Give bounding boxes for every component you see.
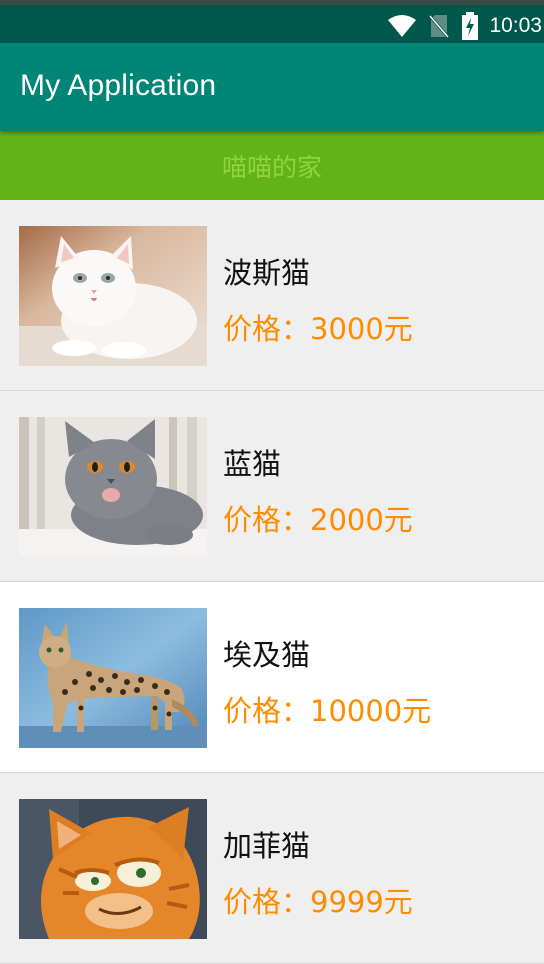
spotted-egyptian-cat-image — [19, 608, 207, 748]
app-bar: My Application — [0, 43, 544, 131]
list-item[interactable]: 加菲猫 价格：9999元 — [0, 773, 544, 964]
app-title: My Application — [20, 69, 217, 102]
cat-name: 加菲猫 — [223, 829, 311, 863]
cat-price: 价格：10000元 — [223, 694, 432, 728]
list-item[interactable]: 波斯猫 价格：3000元 — [0, 200, 544, 391]
banner-title: 喵喵的家 — [221, 152, 322, 182]
cat-price: 价格：9999元 — [223, 885, 413, 919]
white-persian-cat-image — [19, 226, 207, 366]
status-icons: 10:03 — [387, 11, 544, 41]
cat-name: 蓝猫 — [223, 447, 282, 481]
orange-garfield-cat-image — [19, 799, 207, 939]
list-item[interactable]: 蓝猫 价格：2000元 — [0, 391, 544, 582]
status-bar: 10:03 — [0, 0, 544, 43]
gray-blue-cat-image — [19, 417, 207, 557]
cat-price: 价格：3000元 — [223, 312, 413, 346]
no-sim-icon — [429, 13, 450, 39]
cat-name: 波斯猫 — [223, 256, 311, 290]
status-time: 10:03 — [489, 14, 542, 37]
cat-name: 埃及猫 — [223, 638, 311, 672]
header-banner: 喵喵的家 — [0, 131, 544, 200]
wifi-icon — [387, 13, 417, 39]
list-item[interactable]: 埃及猫 价格：10000元 — [0, 582, 544, 773]
cat-price: 价格：2000元 — [223, 503, 413, 537]
battery-charging-icon — [461, 12, 479, 40]
cat-list[interactable]: 波斯猫 价格：3000元 蓝猫 价格：2000元 埃及猫 价格：10000元 加… — [0, 200, 544, 964]
